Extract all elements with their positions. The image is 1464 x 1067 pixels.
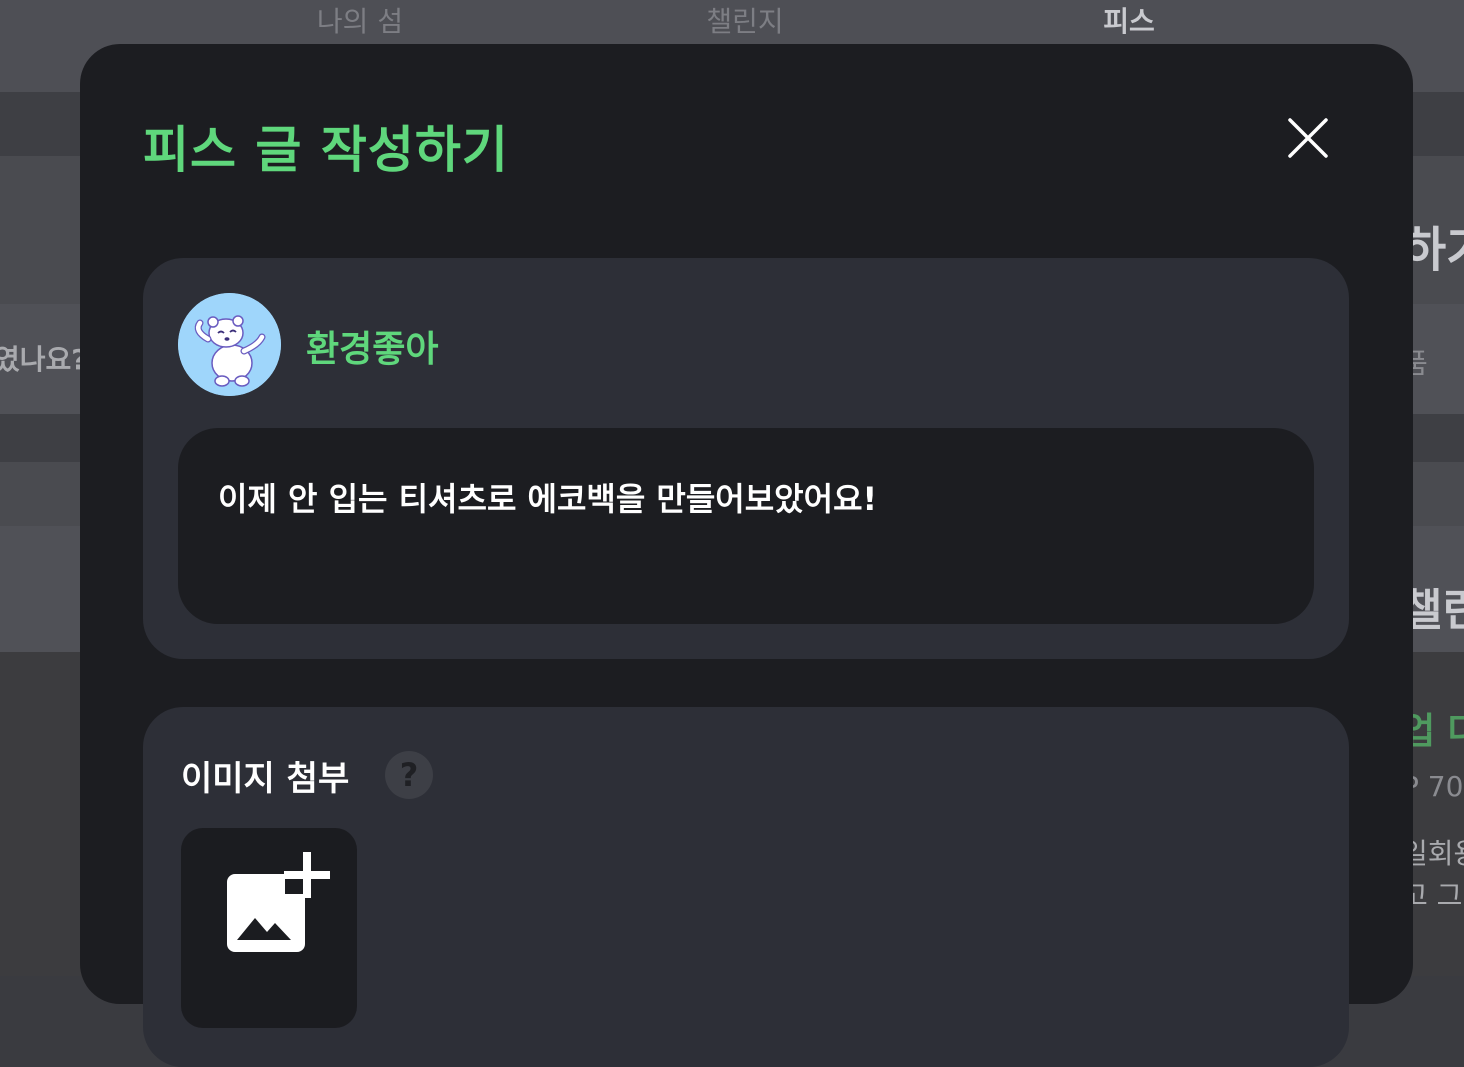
add-image-icon	[227, 852, 330, 952]
tab-challenge[interactable]: 챌린지	[706, 2, 783, 42]
add-image-button[interactable]	[181, 828, 357, 1028]
username: 환경좋아	[306, 329, 439, 370]
close-icon	[1288, 118, 1328, 158]
close-button[interactable]	[1286, 116, 1330, 160]
help-icon[interactable]: ?	[385, 751, 433, 799]
modal-title: 피스 글 작성하기	[143, 121, 509, 179]
polar-bear-avatar-icon	[178, 293, 281, 396]
tab-my-island[interactable]: 나의 섬	[317, 2, 403, 42]
image-attach-card: 이미지 첨부 ?	[143, 707, 1349, 1067]
post-content-text: 이제 안 입는 티셔츠로 에코백을 만들어보았어요!	[218, 480, 878, 518]
write-post-modal: 피스 글 작성하기 환경좋아 이제 안 입는 티셔츠로 에코백을 만들어보았어요…	[80, 44, 1413, 1067]
avatar	[178, 293, 281, 396]
post-card: 환경좋아 이제 안 입는 티셔츠로 에코백을 만들어보았어요!	[143, 258, 1349, 659]
image-attach-title: 이미지 첨부	[181, 759, 350, 799]
post-content-textarea[interactable]: 이제 안 입는 티셔츠로 에코백을 만들어보았어요!	[178, 428, 1314, 624]
tab-peace[interactable]: 피스	[1103, 2, 1155, 42]
bg-question-text: 였나요?	[0, 343, 88, 376]
